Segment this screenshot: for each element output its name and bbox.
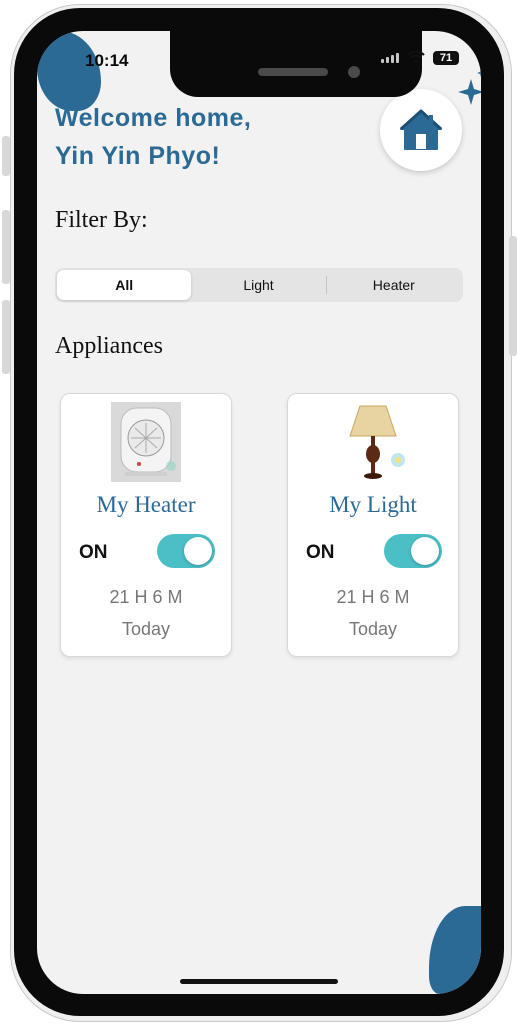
appliance-name: My Heater <box>96 492 196 517</box>
home-indicator[interactable] <box>180 979 338 984</box>
usage-duration: 21 H 6 M <box>109 587 183 607</box>
battery-icon: 71 <box>433 51 459 65</box>
lamp-image <box>349 405 405 479</box>
usage-date: Today <box>348 619 398 639</box>
sparkle-icon <box>458 69 481 105</box>
mute-switch <box>2 136 10 176</box>
speaker-grill <box>258 68 328 76</box>
volume-up-button <box>2 210 10 284</box>
app-screen: 10:14 71 Welcome home, Yin Yin Phyo! Fil… <box>37 31 481 994</box>
power-button <box>509 236 517 356</box>
power-toggle[interactable] <box>157 534 215 568</box>
decorative-blob-bottom <box>429 906 481 994</box>
appliance-card-light[interactable]: My Light ON 21 H 6 M Today <box>287 393 459 657</box>
user-name: Yin Yin Phyo! <box>55 142 221 170</box>
appliance-status: ON <box>306 542 335 563</box>
home-button[interactable] <box>380 89 462 171</box>
heater-image <box>111 402 181 482</box>
appliance-card-heater[interactable]: My Heater ON 21 H 6 M Today <box>60 393 232 657</box>
status-indicators: 71 <box>381 51 459 65</box>
wifi-icon <box>407 51 425 64</box>
filter-option-all[interactable]: All <box>57 270 192 300</box>
usage-duration: 21 H 6 M <box>336 587 410 607</box>
toggle-knob <box>184 537 212 565</box>
appliance-status: ON <box>79 542 108 563</box>
cellular-signal-icon <box>381 53 399 63</box>
welcome-greeting: Welcome home, Yin Yin Phyo! <box>55 99 315 175</box>
appliance-name: My Light <box>329 492 417 517</box>
welcome-line: Welcome home, <box>55 104 252 132</box>
house-icon <box>399 109 443 150</box>
toggle-knob <box>411 537 439 565</box>
volume-down-button <box>2 300 10 374</box>
power-toggle[interactable] <box>384 534 442 568</box>
usage-date: Today <box>121 619 171 639</box>
filter-option-light[interactable]: Light <box>191 270 325 300</box>
status-time: 10:14 <box>85 51 129 70</box>
appliances-title: Appliances <box>55 333 163 359</box>
filter-option-heater[interactable]: Heater <box>327 270 461 300</box>
filter-title: Filter By: <box>55 207 148 233</box>
front-camera <box>348 66 360 78</box>
filter-segmented-control: All Light Heater <box>55 268 463 302</box>
